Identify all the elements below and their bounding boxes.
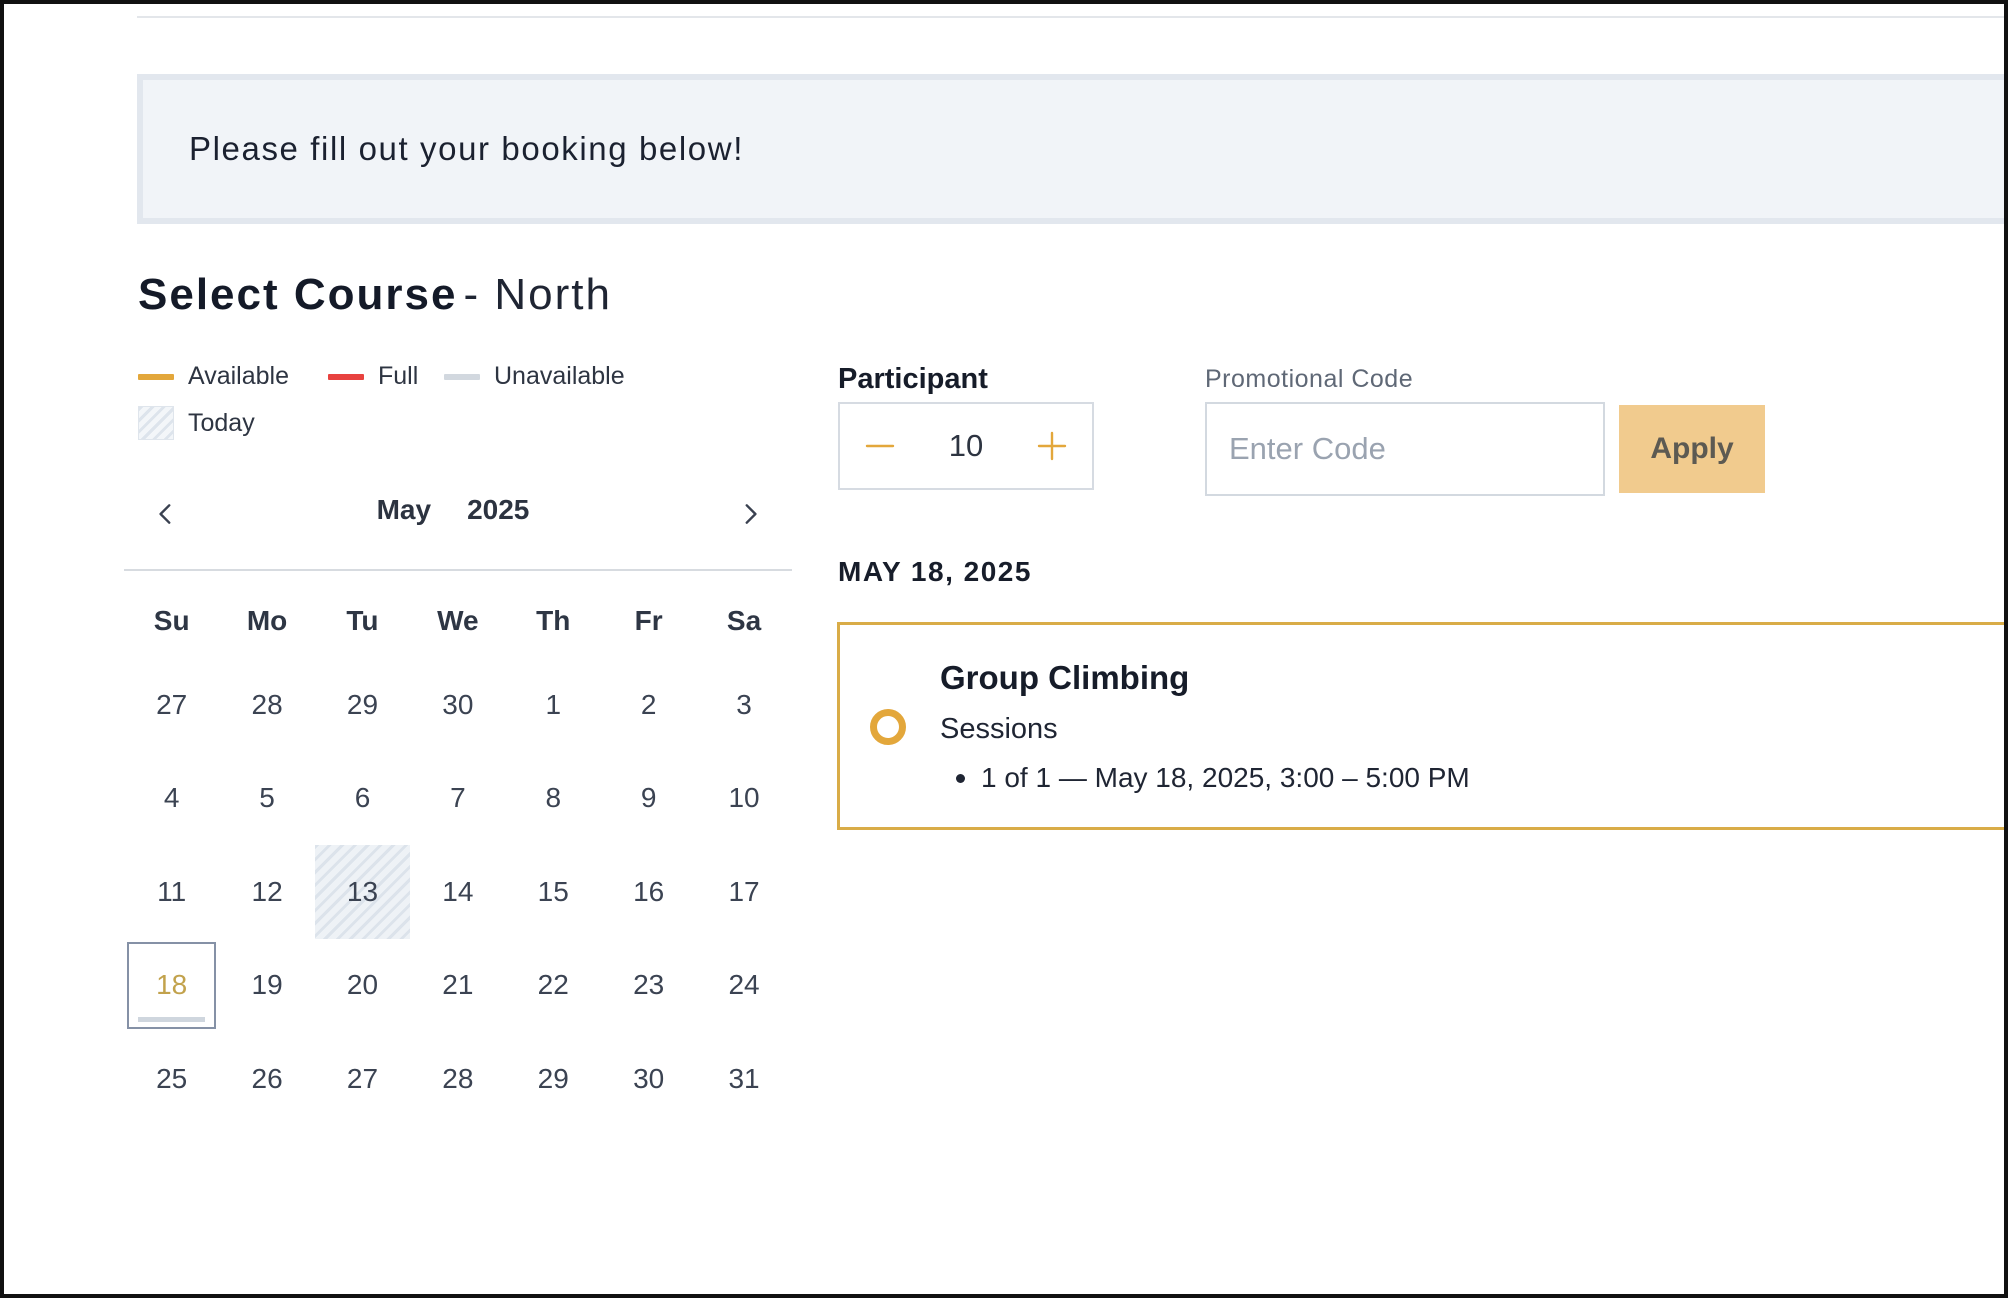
calendar-day[interactable]: 21 [410, 939, 505, 1033]
today-swatch [138, 406, 174, 440]
calendar-day[interactable]: 24 [696, 939, 791, 1033]
chevron-right-icon [745, 504, 757, 524]
calendar-grid: Su Mo Tu We Th Fr Sa 27 28 29 30 1 2 3 4 5 6 7 8 9 10 11 12 13… [124, 584, 792, 1126]
info-banner: Please fill out your booking below! [137, 74, 2004, 224]
calendar-day[interactable]: 1 [506, 658, 601, 752]
weekday-header: Su Mo Tu We Th Fr Sa [124, 584, 792, 658]
weekday-label: Mo [246, 605, 288, 636]
calendar-day[interactable]: 4 [124, 752, 219, 846]
increment-button[interactable] [1034, 428, 1070, 464]
calendar-day[interactable]: 3 [696, 658, 791, 752]
session-list: 1 of 1 — May 18, 2025, 3:00 – 5:00 PM [940, 762, 1470, 794]
calendar-week: 4 5 6 7 8 9 10 [124, 752, 792, 846]
calendar-day[interactable]: 6 [315, 752, 410, 846]
calendar-day[interactable]: 17 [696, 845, 791, 939]
plus-icon [1037, 431, 1067, 461]
banner-text: Please fill out your booking below! [189, 130, 744, 167]
calendar-day[interactable]: 22 [506, 939, 601, 1033]
calendar-day[interactable]: 12 [219, 845, 314, 939]
calendar-week: 27 28 29 30 1 2 3 [124, 658, 792, 752]
calendar-year: 2025 [467, 494, 530, 525]
legend-today-label: Today [188, 408, 255, 437]
next-month-button[interactable] [722, 486, 778, 542]
participant-label: Participant [838, 363, 988, 395]
unavailable-swatch [444, 373, 480, 380]
legend-available: Available [138, 362, 289, 391]
decrement-button[interactable] [862, 428, 898, 464]
calendar-day[interactable]: 27 [315, 1032, 410, 1126]
participant-count: 10 [948, 428, 984, 463]
weekday-label: Sa [726, 605, 762, 636]
weekday-label: Th [536, 605, 571, 636]
calendar-day[interactable]: 11 [124, 845, 219, 939]
weekday-label: Fr [634, 605, 663, 636]
weekday-label: Tu [346, 605, 379, 636]
calendar-day[interactable]: 8 [506, 752, 601, 846]
legend-unavailable: Unavailable [444, 362, 625, 391]
legend-unavailable-label: Unavailable [494, 362, 625, 390]
session-title: Group Climbing [940, 659, 1190, 696]
calendar-navigation: May 2025 [138, 486, 768, 542]
calendar-day[interactable]: 25 [124, 1032, 219, 1126]
calendar-day[interactable]: 20 [315, 939, 410, 1033]
calendar-day[interactable]: 29 [506, 1032, 601, 1126]
calendar-day[interactable]: 28 [410, 1032, 505, 1126]
course-label: Select Course [138, 270, 458, 319]
booking-page: Please fill out your booking below! Sele… [0, 0, 2008, 1298]
session-time: 1 of 1 — May 18, 2025, 3:00 – 5:00 PM [981, 762, 1470, 793]
session-list-item: 1 of 1 — May 18, 2025, 3:00 – 5:00 PM [940, 762, 1470, 794]
calendar-day[interactable]: 7 [410, 752, 505, 846]
promo-code-input[interactable] [1205, 402, 1605, 496]
calendar-week: 25 26 27 28 29 30 31 [124, 1032, 792, 1126]
calendar-day[interactable]: 14 [410, 845, 505, 939]
calendar-week: 18 19 20 21 22 23 24 [124, 939, 792, 1033]
calendar-day[interactable]: 27 [124, 658, 219, 752]
calendar-day[interactable]: 5 [219, 752, 314, 846]
calendar-divider [124, 569, 792, 571]
calendar-week: 11 12 13 14 15 16 17 [124, 845, 792, 939]
weekday-label: We [437, 605, 479, 636]
course-location: - North [463, 270, 612, 319]
session-option-card[interactable]: Group Climbing Sessions 1 of 1 — May 18,… [837, 622, 2004, 830]
calendar-day[interactable]: 28 [219, 658, 314, 752]
calendar-day-selected[interactable]: 18 [124, 939, 219, 1033]
full-swatch [328, 373, 364, 380]
calendar-day[interactable]: 29 [315, 658, 410, 752]
session-radio[interactable] [870, 709, 906, 745]
legend-full: Full [328, 362, 418, 391]
calendar-day[interactable]: 30 [601, 1032, 696, 1126]
legend-full-label: Full [378, 362, 419, 390]
calendar-day[interactable]: 15 [506, 845, 601, 939]
participant-stepper: 10 [838, 402, 1094, 490]
calendar-day[interactable]: 16 [601, 845, 696, 939]
minus-icon [865, 444, 895, 448]
bullet-icon [956, 773, 965, 783]
calendar-day[interactable]: 9 [601, 752, 696, 846]
top-divider [137, 16, 2004, 18]
legend-available-label: Available [188, 362, 290, 390]
calendar-day-today[interactable]: 13 [314, 845, 411, 939]
calendar-day[interactable]: 2 [601, 658, 696, 752]
month-year-label: May 2025 [138, 494, 768, 526]
calendar-day[interactable]: 23 [601, 939, 696, 1033]
weekday-label: Su [153, 605, 190, 636]
calendar-day[interactable]: 30 [410, 658, 505, 752]
calendar-day[interactable]: 31 [696, 1032, 791, 1126]
apply-button[interactable]: Apply [1619, 405, 1765, 493]
calendar-month: May [376, 494, 432, 525]
page-title: Select Course - North [138, 270, 612, 320]
promo-code-label: Promotional Code [1205, 365, 1414, 393]
selected-date-heading: MAY 18, 2025 [838, 556, 1032, 587]
available-swatch [138, 373, 174, 380]
legend-today: Today [138, 406, 255, 440]
calendar-day[interactable]: 10 [696, 752, 791, 846]
calendar-day[interactable]: 19 [219, 939, 314, 1033]
session-subtitle: Sessions [940, 713, 1058, 745]
calendar-day[interactable]: 26 [219, 1032, 314, 1126]
availability-legend: Available Full Unavailable Today [138, 362, 778, 452]
